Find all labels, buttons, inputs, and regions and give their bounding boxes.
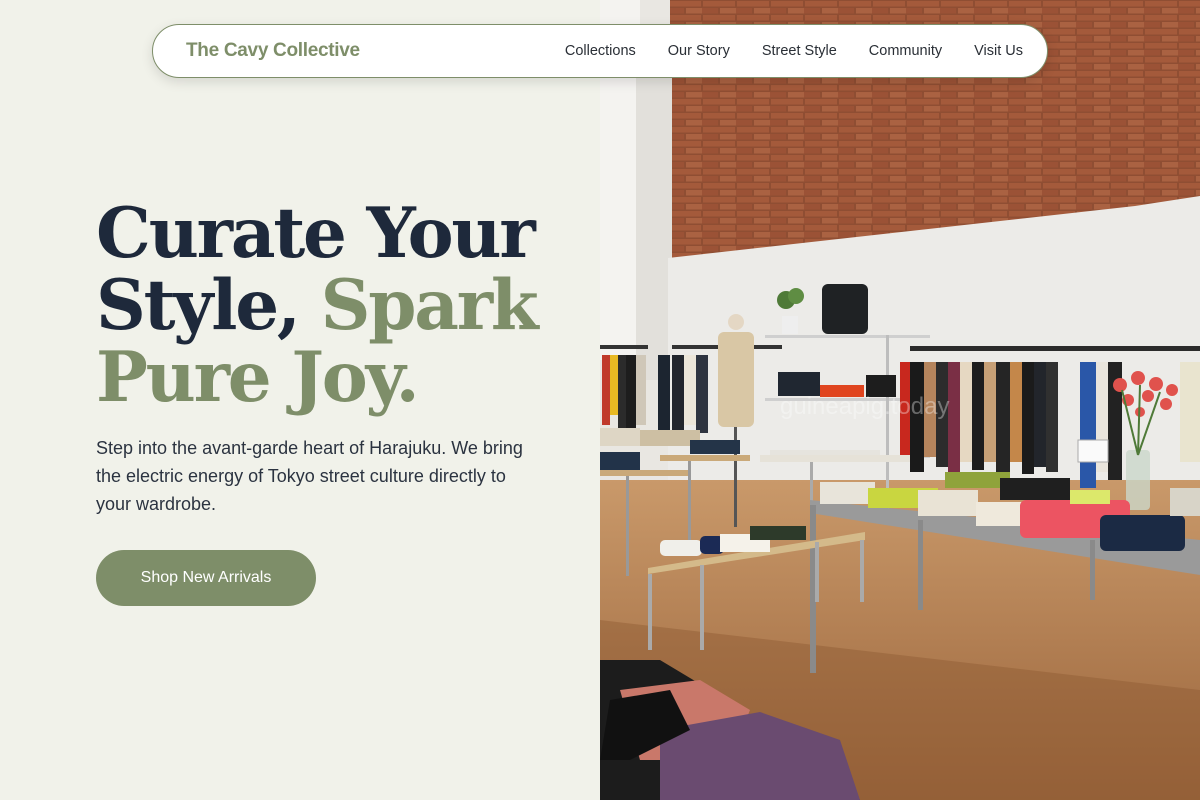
nav-links: Collections Our Story Street Style Commu… — [565, 43, 1023, 59]
watermark-text: guineapig.today — [780, 393, 949, 420]
hero-title-accent-1: Spark — [320, 265, 539, 346]
hero-photo: guineapig.today — [600, 0, 1200, 800]
nav-link-our-story[interactable]: Our Story — [668, 43, 730, 59]
nav-link-visit-us[interactable]: Visit Us — [974, 43, 1023, 59]
brand-logo-link[interactable]: The Cavy Collective — [186, 40, 360, 62]
top-nav: The Cavy Collective Collections Our Stor… — [152, 24, 1048, 78]
store-interior-image: guineapig.today — [600, 0, 1200, 800]
nav-link-collections[interactable]: Collections — [565, 43, 636, 59]
nav-link-community[interactable]: Community — [869, 43, 942, 59]
hero-title-accent-2: Pure Joy. — [96, 337, 420, 418]
hero-title-line2: Style, — [96, 265, 321, 346]
hero-title-line1: Curate Your — [96, 193, 536, 274]
hero-subtitle: Step into the avant-garde heart of Haraj… — [96, 438, 523, 514]
nav-link-street-style[interactable]: Street Style — [762, 43, 837, 59]
hero-title: Curate Your Style, Spark Pure Joy. — [96, 198, 576, 414]
shop-new-arrivals-button[interactable]: Shop New Arrivals — [96, 550, 316, 606]
